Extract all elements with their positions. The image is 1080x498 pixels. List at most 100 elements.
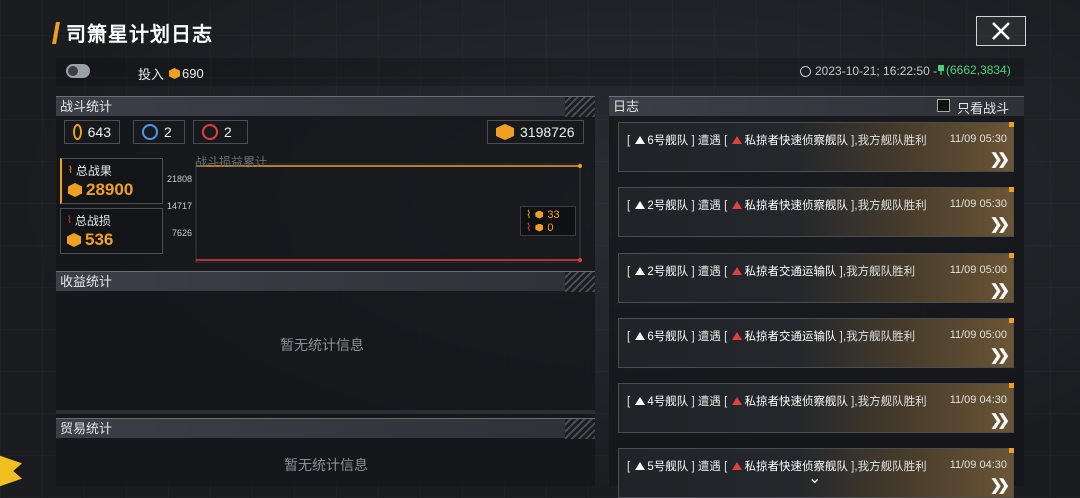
enemy-icon [732,332,743,340]
legend-gain: ⌇ 33 [526,208,560,222]
log-item[interactable]: [ 2号舰队 ] 遭遇 [ 私掠者快速侦察舰队 ],我方舰队胜利 11/09 05… [618,187,1014,237]
gold-hex-icon [535,210,544,219]
expand-chevron-icon[interactable]: ❯❯ [990,281,1010,299]
log-result: ,我方舰队胜利 [854,135,927,147]
total-result-box: ⌇ 总战果 28900 [60,158,163,204]
expand-chevron-icon[interactable]: ❯❯ [990,150,1010,168]
invest-value: 690 [182,66,204,81]
y-tick-label: 14717 [166,201,192,211]
log-fleet: 2号舰队 [647,266,689,278]
enemy-icon [732,201,743,209]
invest-label: 投入 [138,67,165,82]
result-trend-icon: ⌇ [68,165,73,176]
log-text: [ 4号舰队 ] 遭遇 [ 私掠者快速侦察舰队 ],我方舰队胜利 [627,396,927,408]
section-divider [56,410,595,414]
page-title: 司箫星计划日志 [66,24,213,46]
income-stats-header: 收益统计 [56,271,595,292]
expand-chevron-icon[interactable]: ❯❯ [990,346,1010,364]
log-fleet: 2号舰队 [647,200,689,212]
log-item[interactable]: [ 4号舰队 ] 遭遇 [ 私掠者快速侦察舰队 ],我方舰队胜利 11/09 04… [618,383,1014,433]
gold-hex-icon [68,183,82,197]
close-icon [992,22,1010,40]
total-loss-value: 536 [85,230,114,249]
total-result-value-row: 28900 [68,180,133,200]
counter-swirl-value: 2 [164,124,172,140]
total-result-label: 总战果 [75,164,112,178]
log-title: 日志 [613,99,640,114]
log-time: 11/09 05:30 [949,198,1007,210]
enemy-icon [732,267,743,275]
counter-bolt: 2 [193,120,248,144]
legend-loss-value: 0 [547,221,554,234]
income-stats-title: 收益统计 [60,274,113,289]
expand-chevron-icon[interactable]: ❯❯ [990,215,1010,233]
log-text: [ 2号舰队 ] 遭遇 [ 私掠者快速侦察舰队 ],我方舰队胜利 [627,200,927,212]
log-fleet: 6号舰队 [647,331,689,343]
fleet-icon [635,136,646,144]
counter-coins: 643 [64,120,120,144]
exp-counter: 3198726 [487,120,584,144]
fleet-icon [635,267,646,275]
gain-trend-icon: ⌇ [526,209,532,221]
header-stripes [565,97,595,117]
y-tick-label: 7626 [171,228,192,238]
fleet-icon [635,201,646,209]
exp-value: 3198726 [520,124,575,140]
title-bar: 司箫星计划日志 [52,18,213,47]
total-loss-box: ⌇ 总战损 536 [60,208,163,254]
counter-swirl: 2 [133,120,185,144]
counter-bolt-value: 2 [224,124,232,140]
log-time: 11/09 05:00 [949,329,1007,341]
time-display: 2023-10-21; 16:22:50 - [800,64,937,78]
total-loss-value-row: 536 [67,230,113,250]
log-verb: 遭遇 [697,331,721,343]
coin-toggle[interactable] [66,64,90,78]
y-tick-label: 21808 [166,174,192,184]
chart-legend: ⌇ 33 ⌇ 0 [520,206,576,236]
blue-swirl-icon [142,124,158,140]
trade-empty-text: 暂无统计信息 [284,457,368,473]
corner-marker [1009,122,1014,127]
log-verb: 遭遇 [697,461,721,473]
series-point-0 [578,164,582,168]
total-loss-label: 总战损 [74,214,111,228]
log-verb: 遭遇 [697,396,721,408]
scroll-down-icon[interactable]: ⌄ [808,468,821,488]
combat-only-checkbox[interactable] [937,99,950,112]
header-stripes [565,419,595,439]
chart-title: 战斗损益累计 [195,155,268,169]
toggle-knob [68,66,78,76]
log-verb: 遭遇 [697,200,721,212]
clock-icon [800,65,811,77]
pin-icon [938,65,944,75]
series-point-1 [578,258,582,262]
log-text: [ 5号舰队 ] 遭遇 [ 私掠者快速侦察舰队 ],我方舰队胜利 [627,461,927,473]
battle-stats-title: 战斗统计 [60,99,113,114]
log-item[interactable]: [ 6号舰队 ] 遭遇 [ 私掠者交通运输队 ],我方舰队胜利 11/09 05:… [618,318,1014,368]
legend-gain-value: 33 [547,208,560,221]
close-button[interactable] [976,16,1026,46]
log-fleet: 4号舰队 [647,396,689,408]
expand-chevron-icon[interactable]: ❯❯ [990,411,1010,429]
fleet-icon [635,332,646,340]
trade-stats-title: 贸易统计 [60,421,113,436]
log-result: ,我方舰队胜利 [842,266,916,278]
log-time: 11/09 05:00 [949,264,1007,276]
log-fleet: 6号舰队 [647,135,689,147]
gold-coin-icon [73,124,82,140]
coords-display[interactable]: (6662,3834) [938,63,1011,77]
log-time: 11/09 04:30 [949,394,1007,406]
log-item[interactable]: [ 2号舰队 ] 遭遇 [ 私掠者交通运输队 ],我方舰队胜利 11/09 05:… [618,253,1014,303]
coords-text: (6662,3834) [946,63,1011,77]
income-empty-text: 暂无统计信息 [280,337,364,353]
log-fleet: 5号舰队 [647,461,689,473]
expand-chevron-icon[interactable]: ❯❯ [990,476,1010,494]
exp-icon [496,124,514,140]
log-enemy: 私掠者快速侦察舰队 [744,135,848,147]
log-item[interactable]: [ 6号舰队 ] 遭遇 [ 私掠者快速侦察舰队 ],我方舰队胜利 11/09 05… [618,122,1014,172]
log-enemy: 私掠者交通运输队 [744,266,837,278]
log-result: ,我方舰队胜利 [854,461,927,473]
enemy-icon [732,136,743,144]
corner-marker [1009,187,1014,192]
gold-hex-icon [535,223,544,232]
